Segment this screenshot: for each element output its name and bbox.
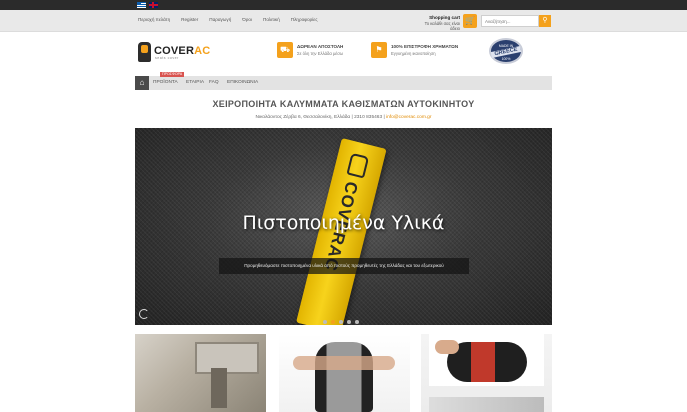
cart-icon[interactable]: 🛒 [463,14,477,28]
feature-title: ΔΩΡΕΑΝ ΑΠΟΣΤΟΛΗ [297,44,344,49]
hero-caption: Προμηθευόμαστε πιστοποιημένα υλικά από π… [244,263,444,268]
offer-ribbon: ΠΡΟΣΦΟΡΑ [160,72,185,77]
cart-summary[interactable]: Shopping cart Το καλάθι σας είναι άδειο [414,15,460,32]
nav-item-faq[interactable]: FAQ [209,80,219,85]
nav-item-company[interactable]: ΕΤΑΙΡΙΑ [186,80,204,85]
thumbnail-sewing-machine[interactable] [135,334,266,412]
loading-spinner-icon [139,309,149,319]
greek-flag-icon[interactable] [137,2,146,8]
feature-subtitle: Σε όλη την Ελλάδα μέσω [297,51,344,56]
thumbnail-image-top [429,334,544,386]
slider-dot[interactable] [347,320,351,324]
contact-line: Νικολάοντος Ζέρβα 6, Θεσσαλονίκη, Ελλάδα… [135,115,552,120]
slider-dot-active[interactable] [331,320,335,324]
home-icon[interactable]: ⌂ [135,76,149,90]
page-title: ΧΕΙΡΟΠΟΙΗΤΑ ΚΑΛΥΜΜΑΤΑ ΚΑΘΙΣΜΑΤΩΝ ΑΥΤΟΚΙΝ… [212,99,475,109]
top-link-terms[interactable]: Όροι [242,17,252,22]
slider-dot[interactable] [355,320,359,324]
top-link-customer-area[interactable]: Περιοχή πελάτη [138,17,170,22]
thumbnail-image-bottom [429,397,544,412]
feature-free-shipping: ⛟ ΔΩΡΕΑΝ ΑΠΟΣΤΟΛΗ Σε όλη την Ελλάδα μέσω [277,42,372,62]
logo-tagline: seats cover [155,56,179,60]
hero-slider[interactable]: COVERAC Πιστοποιημένα Υλικά Προμηθευόμασ… [135,128,552,325]
search-icon[interactable]: ⚲ [539,15,551,27]
top-link-info[interactable]: Πληροφορίες [291,17,318,22]
hero-caption-box: Προμηθευόμαστε πιστοποιημένα υλικά από π… [219,258,469,274]
badge-bottom-text: 100% [501,57,511,61]
seat-logo-icon [346,152,370,179]
thumbnail-seat-cover-red[interactable] [421,334,552,412]
feature-subtitle: Εγγυημένη ικανοποίηση [391,51,436,56]
top-bar: Περιοχή πελάτη Register Παραγωγή Όροι Πο… [0,10,687,32]
address-text: Νικολάοντος Ζέρβα 6, Θεσσαλονίκη, Ελλάδα… [255,115,387,120]
top-links: Περιοχή πελάτη Register Παραγωγή Όροι Πο… [138,17,329,22]
top-link-register[interactable]: Register [181,17,198,22]
thumbnail-seat-cover-fitting[interactable] [279,334,410,412]
email-link[interactable]: info@coverac.com.gr [386,115,431,120]
nav-item-contact[interactable]: ΕΠΙΚΟΙΝΩΝΙΑ [227,80,258,85]
search-input[interactable] [481,15,539,27]
cart-status: Το καλάθι σας είναι άδειο [424,20,460,32]
nav-item-products[interactable]: ΠΡΟΪΟΝΤΑ [153,80,178,85]
feature-title: 100% ΕΠΙΣΤΡΟΦΗ ΧΡΗΜΑΤΩΝ [391,44,459,49]
money-back-icon: ⚑ [371,42,387,58]
top-link-production[interactable]: Παραγωγή [209,17,231,22]
site-logo[interactable]: COVERAC seats cover [138,42,210,64]
uk-flag-icon[interactable] [149,2,158,8]
slider-dots [323,320,359,324]
top-link-policy[interactable]: Πολιτική [263,17,280,22]
feature-money-back: ⚑ 100% ΕΠΙΣΤΡΟΦΗ ΧΡΗΜΑΤΩΝ Εγγυημένη ικαν… [371,42,471,62]
main-nav: ⌂ ΠΡΟΣΦΟΡΑ ΠΡΟΪΟΝΤΑ ΕΤΑΙΡΙΑ FAQ ΕΠΙΚΟΙΝΩ… [135,72,552,90]
truck-icon: ⛟ [277,42,293,58]
slider-dot[interactable] [339,320,343,324]
slider-dot[interactable] [323,320,327,324]
hero-title: Πιστοποιημένα Υλικά [242,212,445,234]
language-bar [0,0,687,10]
cart-title: Shopping cart [429,15,460,20]
made-in-greece-badge: MADE IN GREECE 100% [489,38,523,64]
seat-logo-icon [138,42,151,62]
